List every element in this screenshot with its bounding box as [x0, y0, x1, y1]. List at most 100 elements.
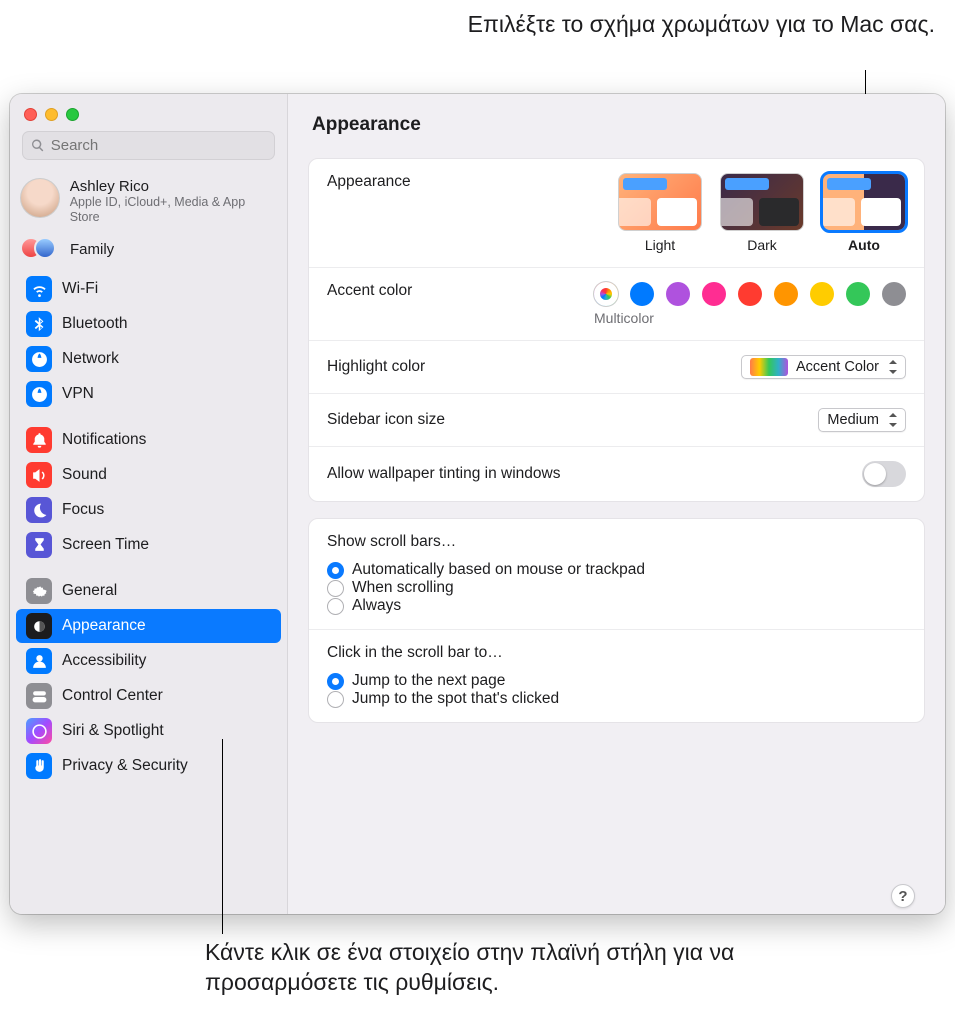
accent-red-swatch[interactable]: [738, 282, 762, 306]
appearance-thumb-icon: [720, 173, 804, 231]
appearance-option-dark[interactable]: Dark: [720, 173, 804, 253]
sidebar-item-label: Siri & Spotlight: [62, 722, 164, 740]
accent-yellow-swatch[interactable]: [810, 282, 834, 306]
settings-window: Ashley Rico Apple ID, iCloud+, Media & A…: [10, 94, 945, 914]
sidebar-size-value: Medium: [827, 412, 879, 428]
family-avatars-icon: [20, 237, 60, 261]
accent-pink-swatch[interactable]: [702, 282, 726, 306]
sidebar-size-popup[interactable]: Medium: [818, 408, 906, 432]
highlight-color-row: Highlight color Accent Color: [309, 341, 924, 394]
radio-icon: [327, 673, 344, 690]
accent-multi-swatch[interactable]: [594, 282, 618, 306]
appearance-option-label: Auto: [822, 237, 906, 253]
sidebar-item-label: Privacy & Security: [62, 757, 188, 775]
search-input[interactable]: [51, 137, 266, 154]
page-title: Appearance: [288, 94, 945, 150]
click-scroll-option[interactable]: Jump to the next page: [327, 672, 906, 690]
sidebar-item-appearance[interactable]: Appearance: [16, 609, 281, 643]
sidebar-nav: Wi-Fi Bluetooth Network VPN Notifications Sou…: [10, 271, 287, 914]
globe-icon: [26, 381, 52, 407]
sidebar-item-control-center[interactable]: Control Center: [16, 679, 281, 713]
sidebar-item-wi-fi[interactable]: Wi-Fi: [16, 272, 281, 306]
person-icon: [26, 648, 52, 674]
sidebar-item-siri-spotlight[interactable]: Siri & Spotlight: [16, 714, 281, 748]
accent-green-swatch[interactable]: [846, 282, 870, 306]
wallpaper-tint-label: Allow wallpaper tinting in windows: [327, 465, 560, 483]
radio-label: Automatically based on mouse or trackpad: [352, 561, 645, 579]
click-scroll-option[interactable]: Jump to the spot that's clicked: [327, 690, 906, 708]
show-scroll-row: Show scroll bars… Automatically based on…: [309, 519, 924, 630]
appearance-icon: [26, 613, 52, 639]
gear-icon: [26, 578, 52, 604]
click-scroll-row: Click in the scroll bar to… Jump to the …: [309, 630, 924, 722]
sidebar-item-label: Network: [62, 350, 119, 368]
appearance-option-auto[interactable]: Auto: [822, 173, 906, 253]
sidebar-item-label: Appearance: [62, 617, 146, 635]
search-field[interactable]: [22, 131, 275, 160]
accent-purple-swatch[interactable]: [666, 282, 690, 306]
sidebar-item-notifications[interactable]: Notifications: [16, 423, 281, 457]
account-name: Ashley Rico: [70, 178, 277, 195]
radio-icon: [327, 691, 344, 708]
bluetooth-icon: [26, 311, 52, 337]
accent-orange-swatch[interactable]: [774, 282, 798, 306]
sidebar-item-label: VPN: [62, 385, 94, 403]
appearance-option-label: Light: [618, 237, 702, 253]
avatar: [20, 178, 60, 218]
sidebar-item-label: General: [62, 582, 117, 600]
globe-icon: [26, 346, 52, 372]
highlight-popup[interactable]: Accent Color: [741, 355, 906, 379]
highlight-label: Highlight color: [327, 358, 425, 376]
sidebar-item-label: Bluetooth: [62, 315, 128, 333]
radio-icon: [327, 562, 344, 579]
scroll-card: Show scroll bars… Automatically based on…: [308, 518, 925, 723]
moon-icon: [26, 497, 52, 523]
sidebar-item-label: Sound: [62, 466, 107, 484]
callout-line-bottom: [222, 739, 223, 934]
help-button[interactable]: ?: [891, 884, 915, 908]
accent-blue-swatch[interactable]: [630, 282, 654, 306]
radio-label: Jump to the spot that's clicked: [352, 690, 559, 708]
appearance-label: Appearance: [327, 173, 411, 191]
account-row[interactable]: Ashley Rico Apple ID, iCloud+, Media & A…: [10, 170, 287, 231]
sidebar-item-label: Control Center: [62, 687, 163, 705]
search-icon: [31, 138, 45, 153]
sidebar-item-label: Screen Time: [62, 536, 149, 554]
sidebar-item-bluetooth[interactable]: Bluetooth: [16, 307, 281, 341]
close-button[interactable]: [24, 108, 37, 121]
sidebar-item-network[interactable]: Network: [16, 342, 281, 376]
appearance-thumb-icon: [822, 173, 906, 231]
sidebar-item-accessibility[interactable]: Accessibility: [16, 644, 281, 678]
sidebar-item-label: Wi-Fi: [62, 280, 98, 298]
show-scroll-option[interactable]: Always: [327, 597, 906, 615]
sidebar: Ashley Rico Apple ID, iCloud+, Media & A…: [10, 94, 288, 914]
switches-icon: [26, 683, 52, 709]
family-row[interactable]: Family: [10, 231, 287, 271]
wallpaper-tint-toggle[interactable]: [862, 461, 906, 487]
sidebar-item-vpn[interactable]: VPN: [16, 377, 281, 411]
callout-top: Επιλέξτε το σχήμα χρωμάτων για το Mac σα…: [455, 10, 935, 40]
show-scroll-option[interactable]: When scrolling: [327, 579, 906, 597]
hourglass-icon: [26, 532, 52, 558]
sidebar-item-general[interactable]: General: [16, 574, 281, 608]
sidebar-item-sound[interactable]: Sound: [16, 458, 281, 492]
sidebar-item-screen-time[interactable]: Screen Time: [16, 528, 281, 562]
show-scroll-option[interactable]: Automatically based on mouse or trackpad: [327, 561, 906, 579]
zoom-button[interactable]: [66, 108, 79, 121]
appearance-option-light[interactable]: Light: [618, 173, 702, 253]
accent-color-row: Accent color Multicolor: [309, 268, 924, 341]
radio-label: Jump to the next page: [352, 672, 505, 690]
sidebar-item-label: Notifications: [62, 431, 146, 449]
sidebar-icon-size-row: Sidebar icon size Medium: [309, 394, 924, 447]
click-scroll-title: Click in the scroll bar to…: [327, 644, 906, 662]
window-controls: [10, 94, 287, 131]
sidebar-item-privacy-security[interactable]: Privacy & Security: [16, 749, 281, 783]
bell-icon: [26, 427, 52, 453]
minimize-button[interactable]: [45, 108, 58, 121]
accent-gray-swatch[interactable]: [882, 282, 906, 306]
sidebar-item-focus[interactable]: Focus: [16, 493, 281, 527]
sidebar-size-label: Sidebar icon size: [327, 411, 445, 429]
radio-label: When scrolling: [352, 579, 454, 597]
appearance-option-label: Dark: [720, 237, 804, 253]
wifi-icon: [26, 276, 52, 302]
